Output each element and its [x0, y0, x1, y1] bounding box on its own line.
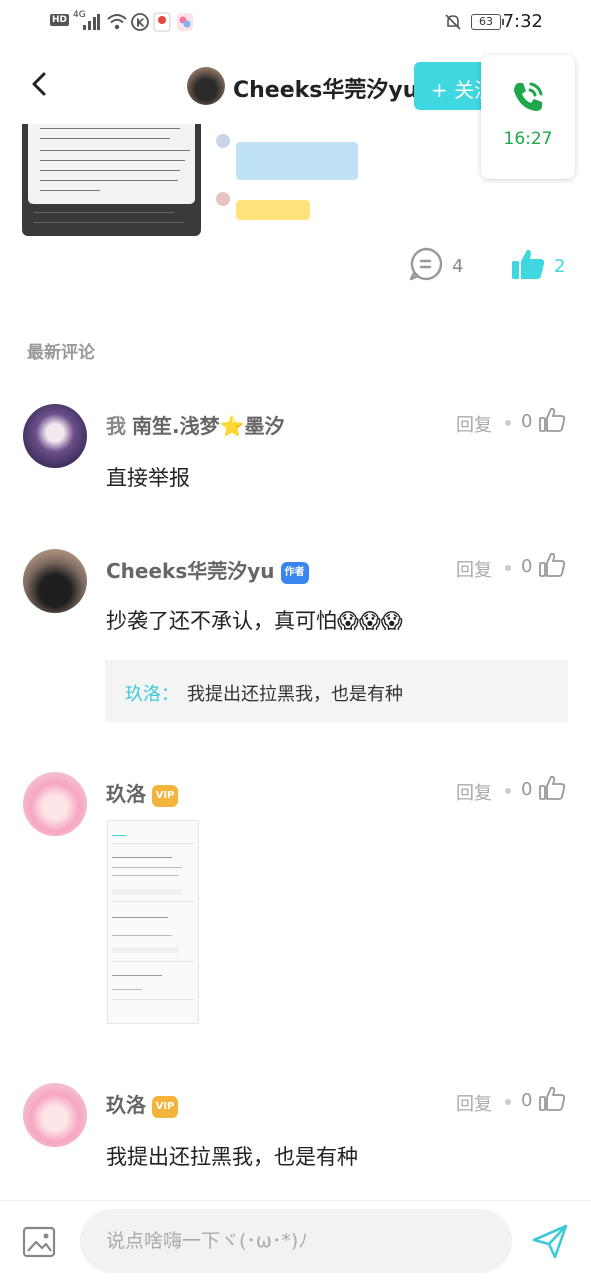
commenter-avatar[interactable] — [23, 1083, 87, 1147]
send-icon[interactable] — [530, 1221, 570, 1261]
handwritten-note — [28, 124, 195, 204]
image-picker-icon[interactable] — [22, 1225, 56, 1259]
separator-dot — [505, 1099, 511, 1105]
commenter-avatar[interactable] — [23, 549, 87, 613]
author-name[interactable]: Cheeks华莞汐yu — [233, 72, 418, 104]
commenter-name[interactable]: 我南笙.浅梦⭐墨汐 — [106, 410, 285, 439]
thumbs-up-icon[interactable] — [538, 774, 566, 802]
comment-like-count: 0 — [521, 411, 533, 432]
commenter-name[interactable]: Cheeks华莞汐yu 作者 — [106, 555, 309, 584]
commenter-name-text: 玖洛 — [106, 1093, 146, 1117]
author-badge: 作者 — [280, 561, 309, 584]
battery-indicator: 63 — [471, 14, 504, 30]
post-image-1[interactable] — [22, 124, 201, 236]
chat-avatar — [216, 192, 230, 206]
comment-screenshot-image[interactable] — [107, 820, 199, 1024]
clock: 7:32 — [502, 11, 543, 32]
chat-bubble-yellow — [236, 200, 310, 220]
comment-like-count: 0 — [521, 779, 533, 800]
reply-quote-box[interactable]: 玖洛： 我提出还拉黑我，也是有种 — [105, 660, 568, 722]
commenter-avatar[interactable] — [23, 772, 87, 836]
vip-badge: VIP — [152, 784, 178, 807]
author-avatar[interactable] — [187, 67, 225, 105]
commenter-name[interactable]: 玖洛 VIP — [106, 778, 178, 807]
phone-icon — [514, 82, 543, 111]
comment-text: 我提出还拉黑我，也是有种 — [106, 1145, 358, 1169]
comment-text: 抄袭了还不承认，真可怕😱😱😱 — [106, 609, 403, 633]
chat-avatar — [216, 134, 230, 148]
post-comment-count: 4 — [452, 256, 464, 277]
commenter-avatar[interactable] — [23, 404, 87, 468]
map-app-icon — [153, 12, 171, 32]
commenter-name-text: Cheeks华莞汐yu — [106, 559, 275, 583]
quote-author[interactable]: 玖洛： — [125, 680, 179, 706]
wifi-icon — [107, 14, 127, 30]
chat-bubble-blue — [236, 142, 358, 180]
me-tag: 我 — [106, 414, 126, 438]
k-app-icon: K — [131, 13, 149, 31]
call-duration: 16:27 — [503, 129, 553, 149]
vip-badge: VIP — [152, 1095, 178, 1118]
thumbs-up-icon[interactable] — [538, 406, 566, 434]
commenter-name[interactable]: 玖洛 VIP — [106, 1089, 178, 1118]
comment-item: 玖洛 VIP 回复 0 — [0, 760, 591, 1040]
thumbs-up-icon[interactable] — [538, 551, 566, 579]
post-like-count: 2 — [554, 256, 566, 277]
reply-button[interactable]: 回复 — [456, 1090, 492, 1116]
comment-input[interactable] — [80, 1209, 512, 1273]
post-image-2[interactable] — [206, 124, 382, 236]
comment-input-bar — [0, 1200, 591, 1280]
commenter-name-text: 玖洛 — [106, 782, 146, 806]
top-header: Cheeks华莞汐yu + 关注 16:27 — [0, 48, 591, 179]
mute-icon — [445, 14, 461, 30]
status-bar: HD 4G K 63 7:32 — [0, 0, 591, 48]
reply-button[interactable]: 回复 — [456, 779, 492, 805]
comment-like-count: 0 — [521, 556, 533, 577]
section-title: 最新评论 — [27, 343, 95, 363]
thumbs-up-icon[interactable] — [538, 1085, 566, 1113]
signal-icon — [83, 14, 100, 30]
comment-like-count: 0 — [521, 1090, 533, 1111]
thumbs-up-filled-icon[interactable] — [510, 246, 546, 282]
gallery-app-icon — [177, 13, 193, 31]
call-floating-widget[interactable]: 16:27 — [481, 55, 575, 179]
separator-dot — [505, 420, 511, 426]
separator-dot — [505, 788, 511, 794]
comment-text: 直接举报 — [106, 466, 190, 490]
separator-dot — [505, 565, 511, 571]
comment-item: 玖洛 VIP 我提出还拉黑我，也是有种 回复 0 — [0, 1071, 591, 1191]
back-arrow-icon[interactable] — [26, 70, 54, 98]
comment-item: 我南笙.浅梦⭐墨汐 直接举报 回复 0 — [0, 392, 591, 502]
comment-bubble-icon[interactable] — [408, 246, 444, 282]
hd-indicator: HD — [50, 14, 70, 26]
svg-text:K: K — [136, 17, 145, 30]
reply-button[interactable]: 回复 — [456, 411, 492, 437]
reply-button[interactable]: 回复 — [456, 556, 492, 582]
commenter-name-text: 南笙.浅梦⭐墨汐 — [132, 414, 285, 438]
quote-text: 我提出还拉黑我，也是有种 — [187, 684, 403, 705]
